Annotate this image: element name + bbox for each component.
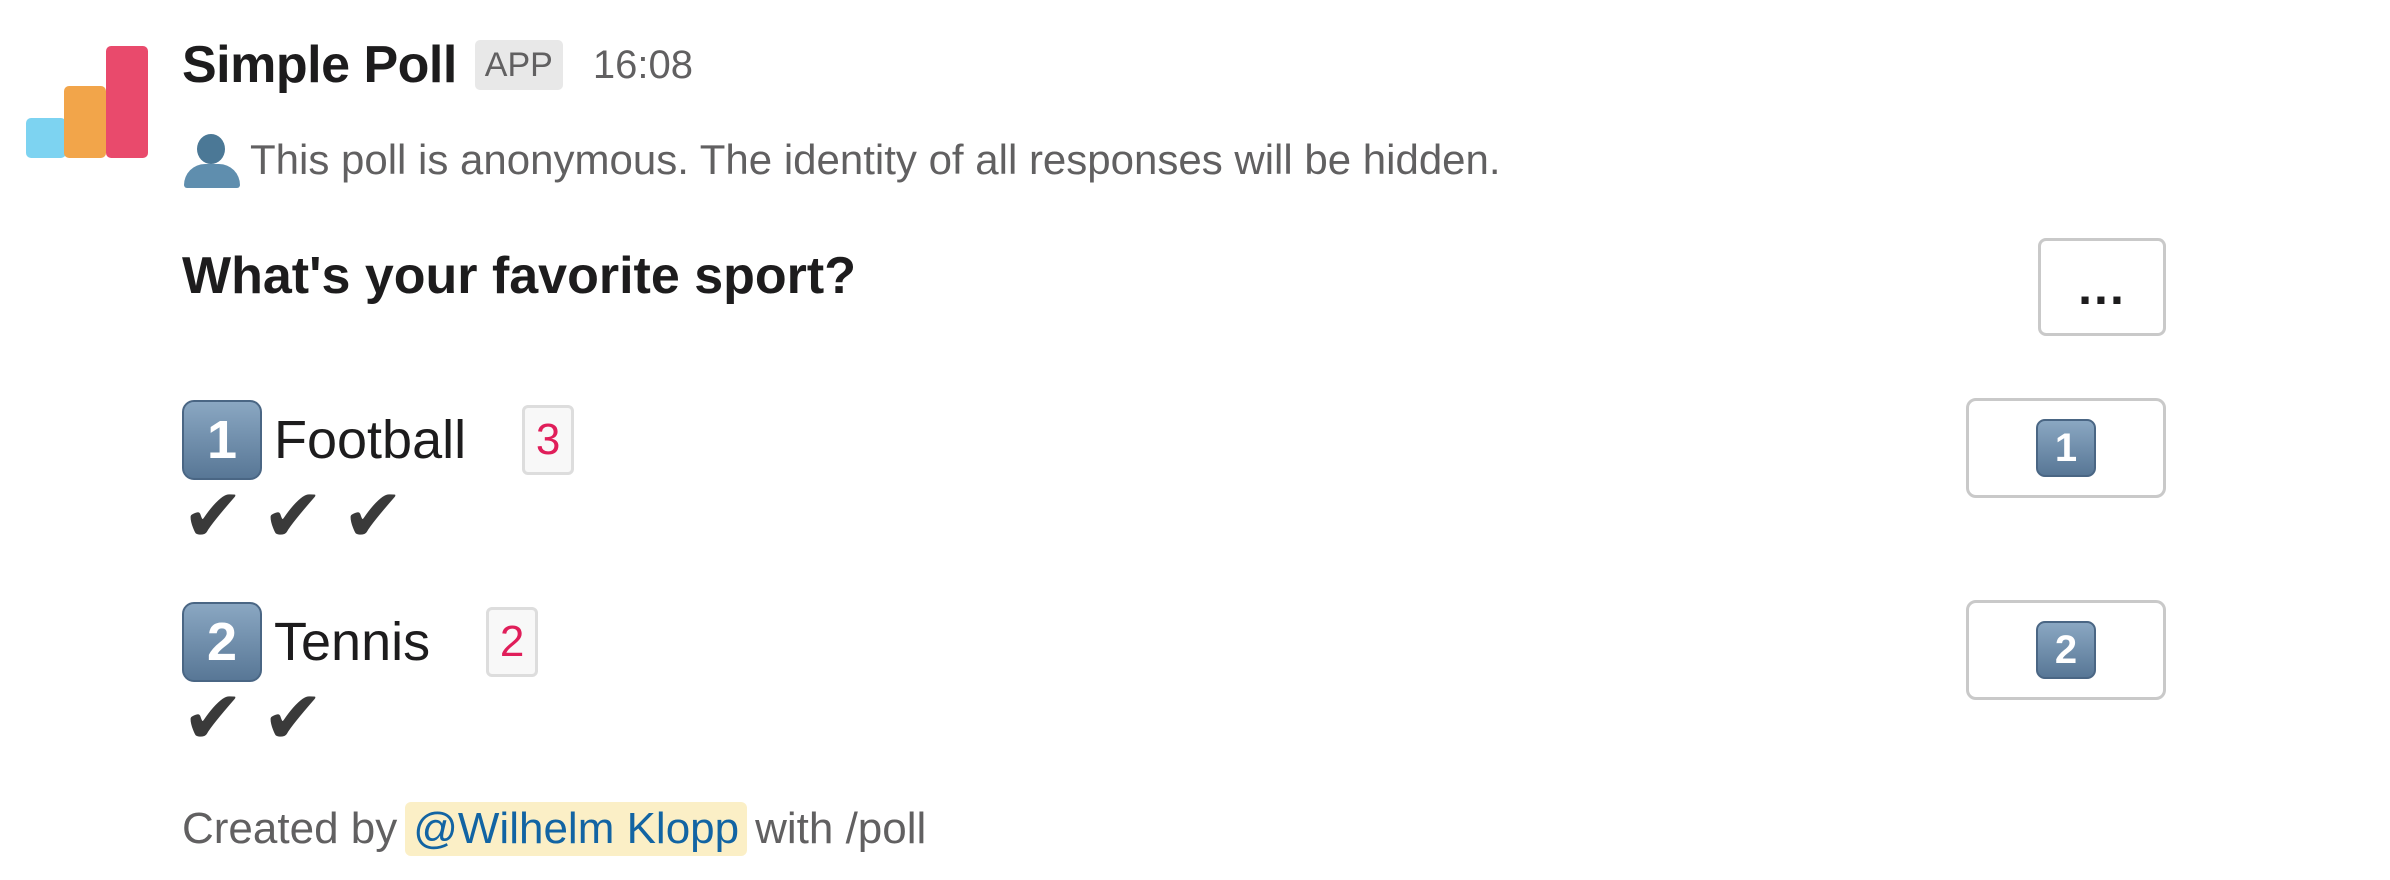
vote-count-badge: 3 bbox=[522, 405, 575, 475]
check-icon: ✔ bbox=[182, 474, 245, 557]
bust-in-silhouette-icon bbox=[182, 130, 242, 190]
more-options-button[interactable]: ... bbox=[2038, 238, 2166, 336]
option-label: Tennis bbox=[274, 612, 431, 672]
app-name[interactable]: Simple Poll bbox=[182, 35, 457, 95]
vote-checks: ✔ ✔ bbox=[182, 678, 342, 758]
message-header: Simple Poll APP 16:08 bbox=[182, 32, 693, 98]
footer-suffix: with /poll bbox=[755, 804, 927, 853]
vote-checks: ✔ ✔ ✔ bbox=[182, 476, 422, 556]
anonymous-notice-text: This poll is anonymous. The identity of … bbox=[250, 136, 1501, 183]
keycap-one-icon: 1 bbox=[182, 400, 262, 480]
poll-option-tennis: 2 Tennis 2 bbox=[182, 600, 539, 684]
check-icon: ✔ bbox=[262, 474, 325, 557]
check-icon: ✔ bbox=[342, 474, 405, 557]
keycap-two-icon: 2 bbox=[2036, 621, 2096, 679]
user-mention-link[interactable]: @Wilhelm Klopp bbox=[405, 802, 748, 856]
logo-bar-short bbox=[26, 118, 66, 158]
vote-option-2-button[interactable]: 2 bbox=[1966, 600, 2166, 700]
vote-count-badge: 2 bbox=[486, 607, 539, 677]
anonymous-notice: This poll is anonymous. The identity of … bbox=[182, 130, 1501, 190]
check-icon: ✔ bbox=[262, 676, 325, 759]
option-label: Football bbox=[274, 410, 467, 470]
keycap-one-icon: 1 bbox=[2036, 419, 2096, 477]
app-badge: APP bbox=[474, 40, 563, 90]
logo-bar-medium bbox=[64, 86, 106, 158]
footer-prefix: Created by bbox=[182, 804, 398, 853]
message-timestamp[interactable]: 16:08 bbox=[593, 43, 693, 88]
simple-poll-logo bbox=[26, 42, 148, 158]
logo-bar-tall bbox=[106, 46, 148, 158]
poll-footer: Created by @Wilhelm Klopp with /poll bbox=[182, 802, 926, 856]
vote-option-1-button[interactable]: 1 bbox=[1966, 398, 2166, 498]
poll-question: What's your favorite sport? bbox=[182, 247, 856, 305]
poll-option-football: 1 Football 3 bbox=[182, 398, 575, 482]
check-icon: ✔ bbox=[182, 676, 245, 759]
keycap-two-icon: 2 bbox=[182, 602, 262, 682]
